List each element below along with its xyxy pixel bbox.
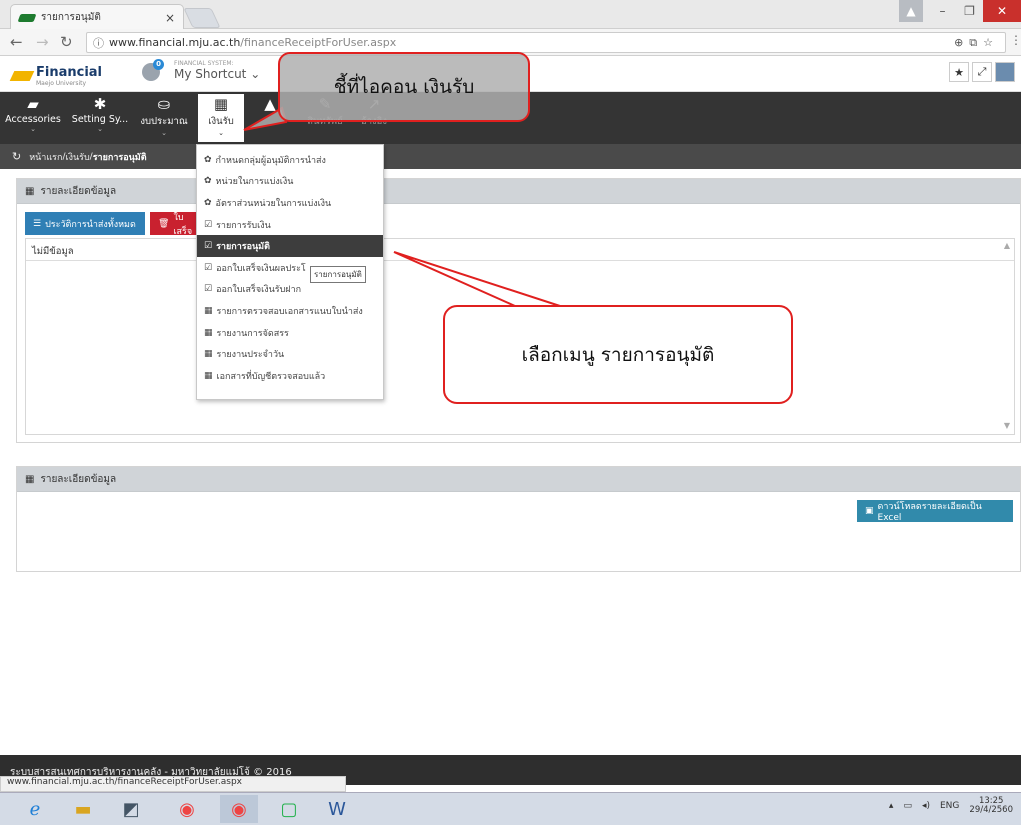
callout-pointer-right (393, 251, 561, 307)
language-indicator[interactable]: ENG (940, 801, 959, 811)
callout-text: เลือกเมนู รายการอนุมัติ (521, 343, 715, 366)
app-icon[interactable]: ◩ (112, 795, 150, 823)
annotation-arrows (243, 106, 561, 307)
callout-text: ชี้ที่ไอคอน เงินรับ (333, 76, 475, 98)
file-explorer-icon[interactable]: ▬ (64, 795, 102, 823)
browser-status-bar: www.financial.mju.ac.th/financeReceiptFo… (0, 776, 346, 792)
callout-point-receipts: ชี้ที่ไอคอน เงินรับ (278, 52, 530, 122)
system-tray: ▴ ▭ ◂) ENG 13:25 29/4/2560 (889, 796, 1013, 816)
chrome-icon[interactable]: ◉ (168, 795, 206, 823)
callout-select-approvals: เลือกเมนู รายการอนุมัติ (443, 305, 793, 404)
windows-taskbar (0, 792, 1021, 825)
clock-date: 29/4/2560 (969, 805, 1013, 816)
chrome-active-icon[interactable]: ◉ (220, 795, 258, 823)
line-icon[interactable]: ▢ (270, 795, 308, 823)
word-icon[interactable]: W (318, 795, 356, 823)
internet-explorer-icon[interactable]: ℯ (16, 795, 54, 823)
tray-up-icon[interactable]: ▴ (889, 801, 894, 811)
network-icon[interactable]: ▭ (903, 801, 912, 811)
clock[interactable]: 13:25 29/4/2560 (969, 796, 1013, 816)
volume-icon[interactable]: ◂) (922, 801, 930, 811)
